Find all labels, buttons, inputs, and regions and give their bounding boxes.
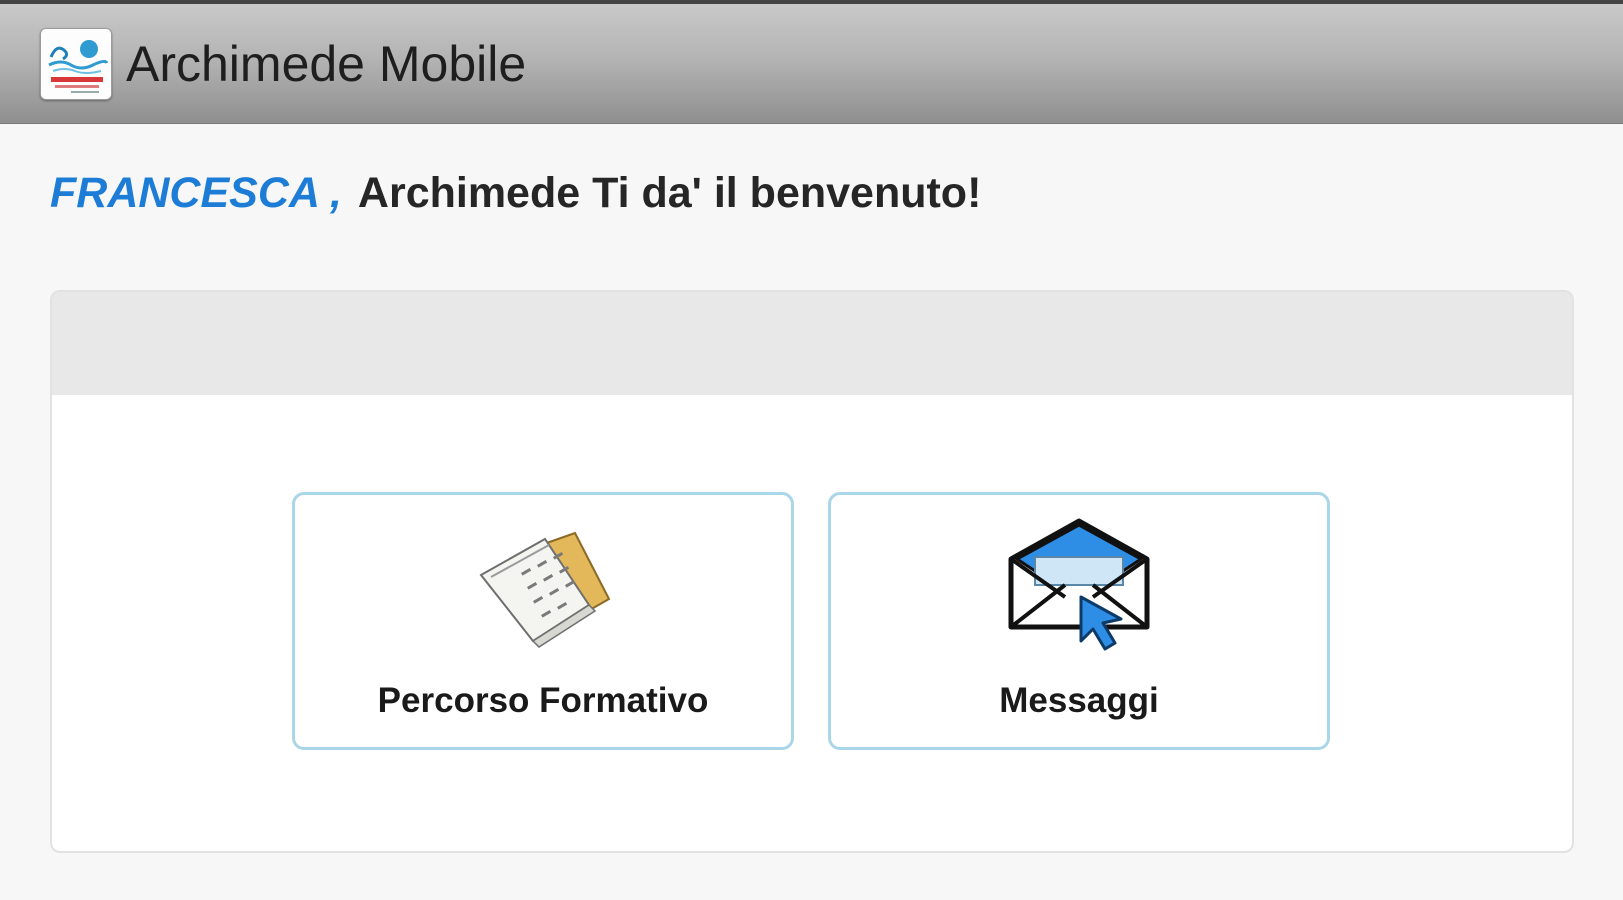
action-bar: Archimede Mobile — [0, 4, 1623, 124]
menu-panel: Percorso Formativo Messaggi — [50, 290, 1574, 853]
panel-header — [52, 292, 1572, 395]
welcome-text: Archimede Ti da' il benvenuto! — [357, 169, 982, 217]
messaggi-label: Messaggi — [999, 681, 1159, 720]
envelope-cursor-icon — [999, 515, 1159, 655]
welcome-message: FRANCESCA, Archimede Ti da' il benvenuto! — [50, 163, 981, 223]
messaggi-button[interactable]: Messaggi — [828, 492, 1330, 750]
welcome-separator: , — [329, 169, 342, 217]
user-name: FRANCESCA — [50, 169, 320, 217]
documents-icon — [463, 515, 623, 655]
archimede-logo-icon[interactable] — [40, 28, 112, 100]
percorso-formativo-button[interactable]: Percorso Formativo — [292, 492, 794, 750]
app-title: Archimede Mobile — [126, 36, 527, 92]
percorso-formativo-label: Percorso Formativo — [377, 681, 709, 720]
